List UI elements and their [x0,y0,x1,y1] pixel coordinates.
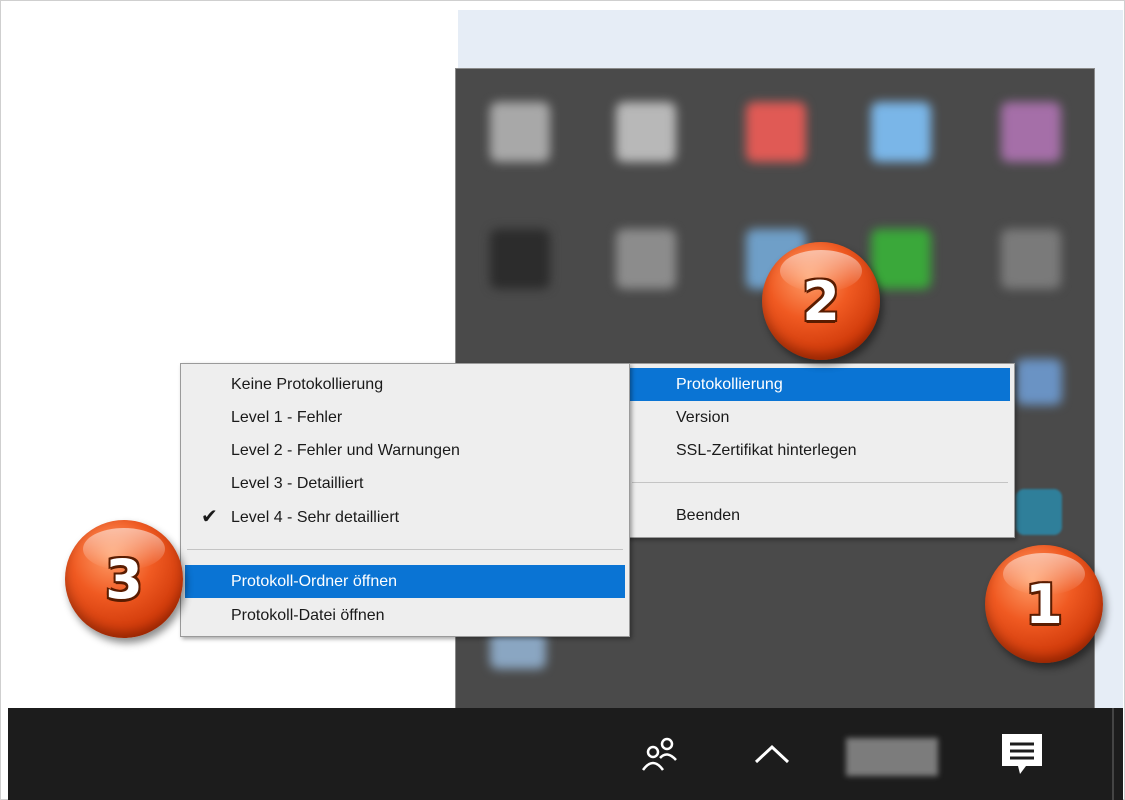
menu-item-level-1[interactable]: Level 1 - Fehler [185,401,625,434]
menu-item-ssl-zertifikat[interactable]: SSL-Zertifikat hinterlegen [630,434,1010,467]
step-badge-1: 1 [985,545,1103,663]
step-badge-3: 3 [65,520,183,638]
menu-separator [632,482,1008,483]
tray-context-menu: Protokollierung Version SSL-Zertifikat h… [625,363,1015,538]
action-center-icon[interactable] [994,726,1050,782]
menu-item-beenden[interactable]: Beenden [630,499,1010,532]
menu-item-label: Level 4 - Sehr detailliert [231,509,400,526]
tray-app-icon[interactable] [1001,229,1061,289]
taskbar [8,708,1123,800]
clock-icon[interactable] [846,738,938,776]
people-icon[interactable] [636,730,684,778]
chevron-up-icon[interactable] [748,734,796,774]
tray-app-icon[interactable] [616,229,676,289]
menu-item-level-3[interactable]: Level 3 - Detailliert [185,467,625,500]
tray-app-icon[interactable] [490,102,550,162]
checkmark-icon: ✔ [201,506,218,528]
menu-item-protokollierung[interactable]: Protokollierung [630,368,1010,401]
tray-app-icon[interactable] [616,102,676,162]
tray-app-icon[interactable] [871,229,931,289]
logging-submenu: Keine Protokollierung Level 1 - Fehler L… [180,363,630,637]
menu-separator [187,549,623,550]
menu-item-keine-protokollierung[interactable]: Keine Protokollierung [185,368,625,401]
tray-app-icon[interactable] [490,229,550,289]
menu-item-level-4[interactable]: ✔ Level 4 - Sehr detailliert [185,501,625,534]
tray-app-icon[interactable] [1001,102,1061,162]
tray-app-icon-highlighted[interactable] [1016,489,1062,535]
step-badge-2: 2 [762,242,880,360]
menu-item-protokoll-ordner-oeffnen[interactable]: Protokoll-Ordner öffnen [185,565,625,598]
taskbar-edge [1112,708,1114,800]
tray-app-icon[interactable] [746,102,806,162]
menu-item-protokoll-datei-oeffnen[interactable]: Protokoll-Datei öffnen [185,599,625,632]
tray-app-icon[interactable] [871,102,931,162]
menu-item-version[interactable]: Version [630,401,1010,434]
tray-app-icon[interactable] [1016,359,1062,405]
menu-item-level-2[interactable]: Level 2 - Fehler und Warnungen [185,434,625,467]
